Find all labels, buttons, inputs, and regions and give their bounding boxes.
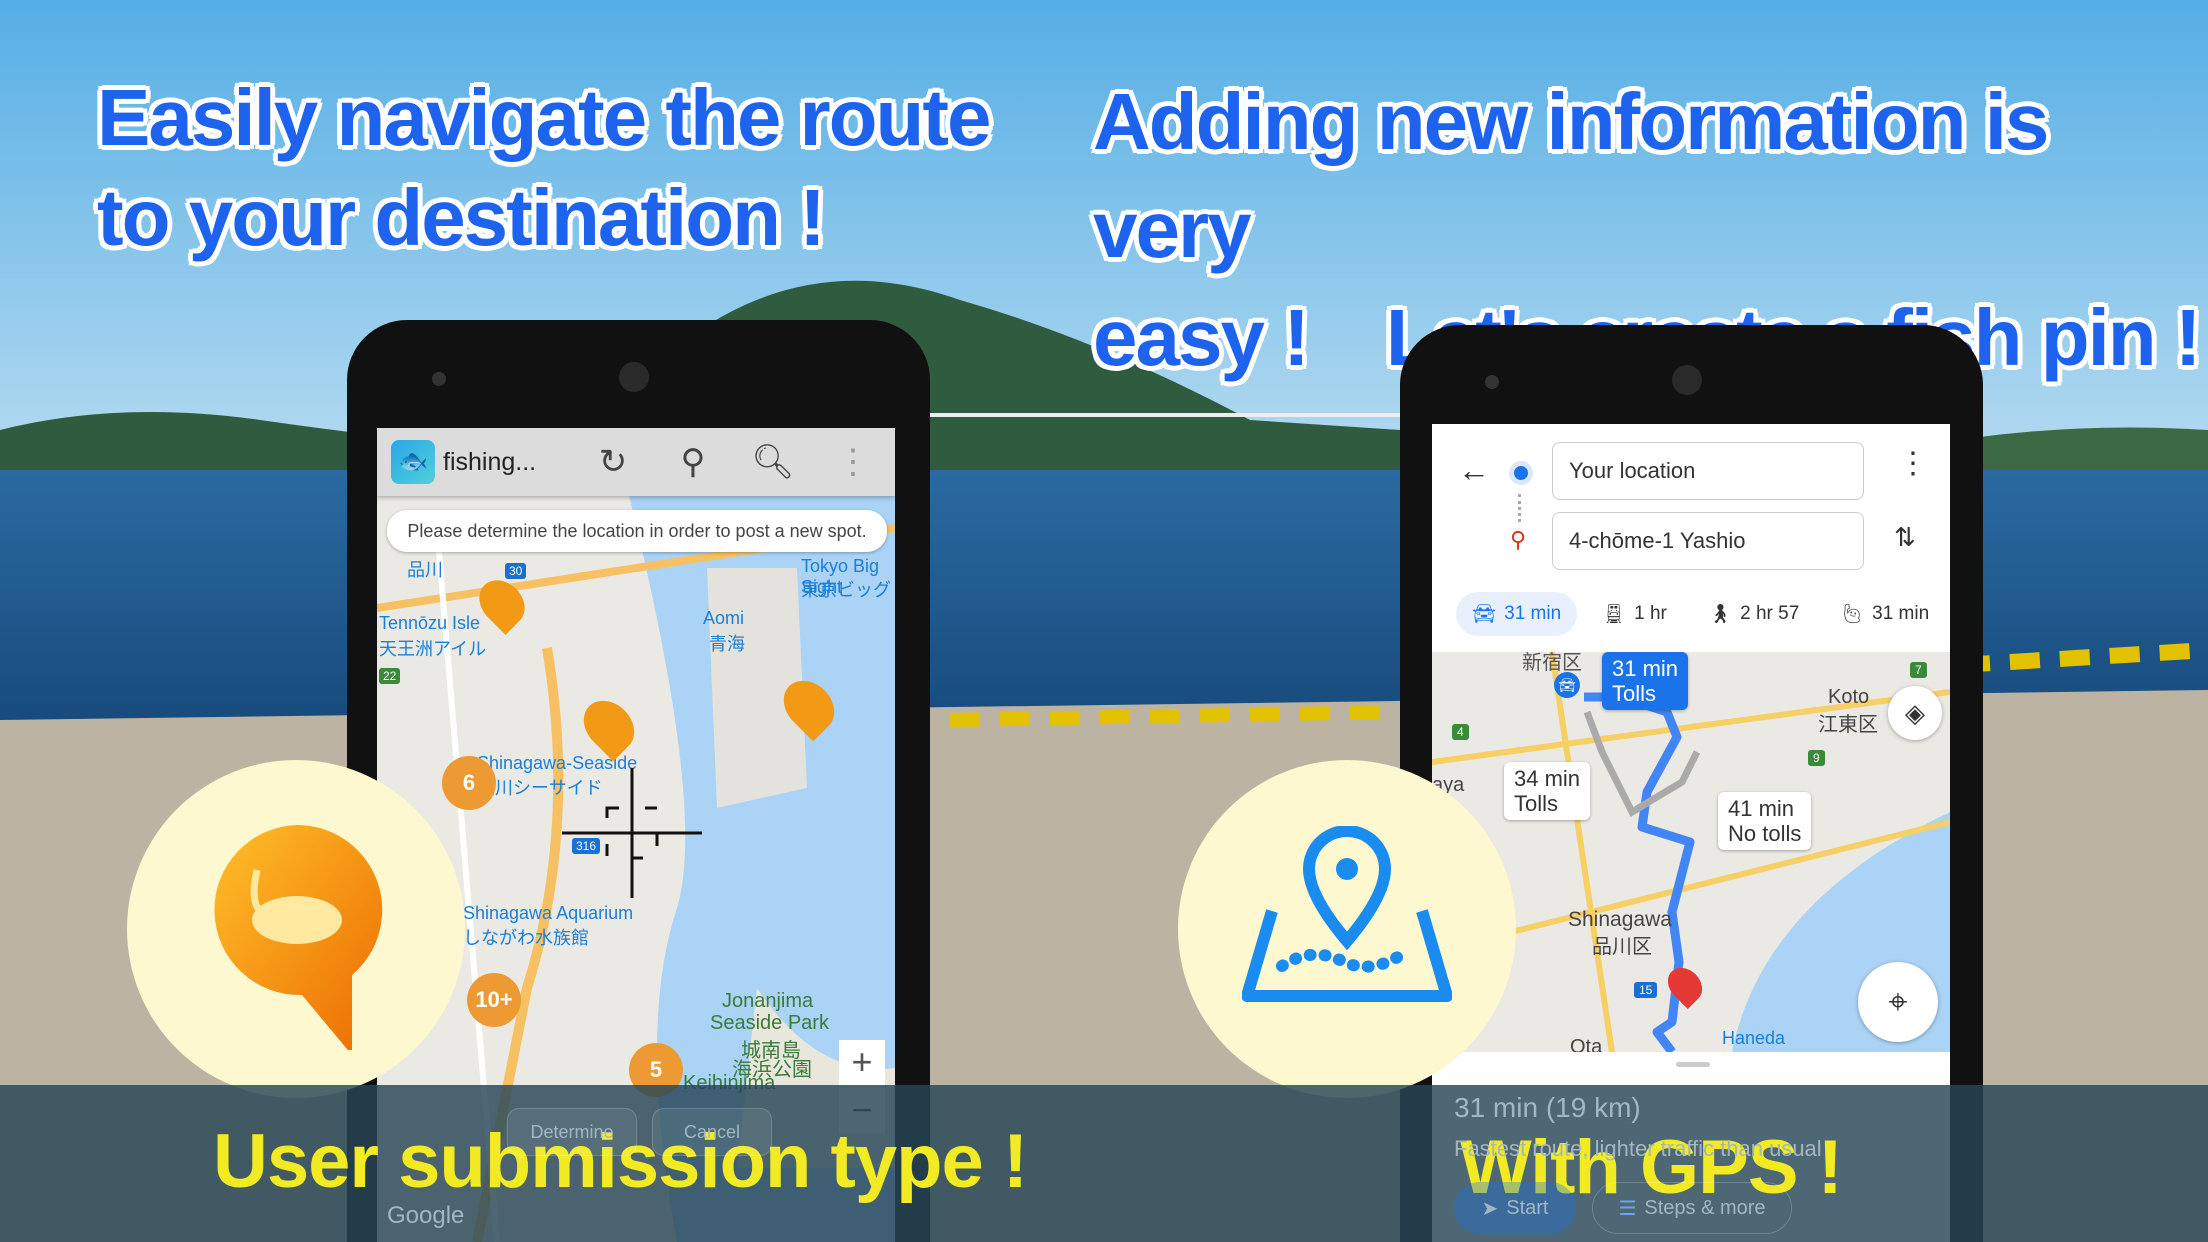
map-label: しながわ水族館 bbox=[463, 928, 589, 948]
map-label: Koto bbox=[1828, 686, 1870, 708]
post-location-toast: Please determine the location in order t… bbox=[387, 510, 887, 552]
walk-icon: 🚶︎ bbox=[1708, 604, 1733, 625]
map-label: 東京ビッグ bbox=[801, 580, 891, 600]
route-time: 34 min bbox=[1514, 766, 1581, 791]
app-toolbar: 🐟 fishing... ↻ ⚲ 🔍︎ ⋮ bbox=[377, 428, 895, 496]
destination-input[interactable]: 4-chōme-1 Yashio bbox=[1552, 512, 1864, 570]
map-label: 青海 bbox=[709, 634, 745, 654]
map-label: Shinagawa Aquarium bbox=[463, 903, 634, 923]
map-route-badge bbox=[1178, 760, 1516, 1098]
phone-camera bbox=[619, 362, 649, 392]
mode-walking[interactable]: 🚶︎ 2 hr 57 bbox=[1708, 592, 1799, 636]
map-label: 江東区 bbox=[1818, 714, 1878, 736]
route-bubble-selected[interactable]: 31 min Tolls bbox=[1602, 652, 1689, 710]
car-icon: 🚘︎ bbox=[1472, 604, 1497, 625]
mode-label: 31 min bbox=[1872, 603, 1930, 624]
spot-cluster[interactable]: 6 bbox=[442, 756, 496, 810]
mode-driving[interactable]: 🚘︎ 31 min bbox=[1456, 592, 1578, 636]
map-label: Seaside Park bbox=[710, 1012, 829, 1034]
ride-hail-icon: 🙋︎ bbox=[1840, 604, 1865, 625]
spot-cluster[interactable]: 10+ bbox=[467, 973, 521, 1027]
fish-pin-icon bbox=[214, 824, 383, 1050]
location-pin-icon[interactable]: ⚲ bbox=[653, 442, 733, 482]
navigation-arrow-icon: ➤ bbox=[1481, 1197, 1499, 1220]
map-label: Jonanjima bbox=[722, 990, 814, 1012]
road-shield: 9 bbox=[1808, 750, 1825, 766]
sheet-handle[interactable] bbox=[1676, 1062, 1710, 1067]
map-label: 品川 bbox=[407, 560, 443, 580]
map-label: 新宿区 bbox=[1522, 652, 1582, 674]
mode-label: 2 hr 57 bbox=[1740, 603, 1800, 624]
phone-sensor bbox=[432, 372, 446, 386]
map-label: Tennōzu Isle bbox=[379, 613, 481, 633]
crosshair-icon bbox=[562, 768, 702, 898]
app-logo-icon: 🐟 bbox=[391, 440, 435, 484]
route-note: Tolls bbox=[1612, 681, 1657, 706]
route-note: No tolls bbox=[1728, 821, 1802, 846]
my-location-button[interactable]: ⌖ bbox=[1858, 962, 1938, 1042]
headline-left-line2: to your destination ! bbox=[97, 173, 826, 262]
list-icon: ☰ bbox=[1618, 1197, 1637, 1220]
road-shield: 22 bbox=[379, 668, 401, 684]
start-label: Start bbox=[1506, 1196, 1549, 1219]
mode-ride-hail[interactable]: 🙋︎ 31 min bbox=[1840, 592, 1929, 636]
route-time: 41 min bbox=[1728, 796, 1795, 821]
steps-label: Steps & more bbox=[1644, 1196, 1766, 1219]
back-arrow-icon[interactable]: ← bbox=[1458, 452, 1490, 489]
route-bubble[interactable]: 34 min Tolls bbox=[1504, 762, 1591, 820]
route-time: 31 min bbox=[1612, 656, 1679, 681]
map-label: Ota bbox=[1570, 1036, 1603, 1052]
road-shield: 30 bbox=[505, 563, 527, 579]
route-summary: 31 min (19 km) bbox=[1454, 1092, 1641, 1123]
google-logo: Google bbox=[387, 1202, 465, 1229]
zoom-in-button[interactable]: + bbox=[839, 1040, 885, 1086]
swap-icon[interactable]: ⇅ bbox=[1894, 522, 1916, 553]
headline-right-line1: Adding new information is very bbox=[1093, 77, 2049, 274]
road-shield: 7 bbox=[1910, 662, 1927, 678]
headline-left: Easily navigate the route to your destin… bbox=[97, 68, 992, 268]
map-route-icon bbox=[1242, 826, 1452, 1002]
origin-input[interactable]: Your location bbox=[1552, 442, 1864, 500]
route-description: Fastest route, lighter traffic than usua… bbox=[1454, 1136, 1822, 1161]
route-map[interactable]: 🚘︎ 31 min Tolls 34 min Tolls 41 min No toll… bbox=[1432, 652, 1950, 1052]
headline-left-line1: Easily navigate the route bbox=[97, 73, 992, 162]
map-label: Aomi bbox=[703, 608, 745, 628]
map-label: 天王洲アイル bbox=[379, 639, 487, 659]
determine-button[interactable]: Determine bbox=[507, 1108, 637, 1156]
refresh-icon[interactable]: ↻ bbox=[573, 442, 653, 482]
start-button[interactable]: ➤ Start bbox=[1454, 1182, 1576, 1234]
steps-button[interactable]: ☰ Steps & more bbox=[1592, 1182, 1792, 1234]
car-start-icon: 🚘︎ bbox=[1554, 672, 1580, 698]
fish-pin-badge bbox=[127, 760, 465, 1098]
map-label: Shinagawa bbox=[1568, 908, 1672, 931]
road-shield: 15 bbox=[1634, 982, 1658, 998]
cancel-button[interactable]: Cancel bbox=[652, 1108, 772, 1156]
mode-label: 1 hr bbox=[1634, 603, 1667, 624]
map-label: 品川区 bbox=[1592, 936, 1652, 958]
more-vert-icon[interactable]: ⋮ bbox=[813, 442, 893, 482]
road-shield: 4 bbox=[1452, 724, 1469, 740]
origin-dot-icon bbox=[1514, 466, 1528, 480]
route-note: Tolls bbox=[1514, 791, 1559, 816]
search-icon[interactable]: 🔍︎ bbox=[733, 442, 813, 482]
route-bubble[interactable]: 41 min No tolls bbox=[1718, 792, 1812, 850]
map-label: Haneda bbox=[1722, 1028, 1786, 1048]
route-connector bbox=[1518, 494, 1522, 522]
more-vert-icon[interactable]: ⋮ bbox=[1898, 446, 1928, 481]
mode-label: 31 min bbox=[1504, 603, 1562, 624]
app-title: fishing... bbox=[443, 447, 537, 476]
mode-transit[interactable]: 🚆︎ 1 hr bbox=[1602, 592, 1667, 636]
phone-sensor bbox=[1485, 375, 1499, 389]
phone-camera bbox=[1672, 365, 1702, 395]
train-icon: 🚆︎ bbox=[1602, 604, 1627, 625]
destination-pin-icon: ⚲ bbox=[1510, 527, 1527, 552]
layers-button[interactable]: ◈ bbox=[1888, 686, 1942, 740]
